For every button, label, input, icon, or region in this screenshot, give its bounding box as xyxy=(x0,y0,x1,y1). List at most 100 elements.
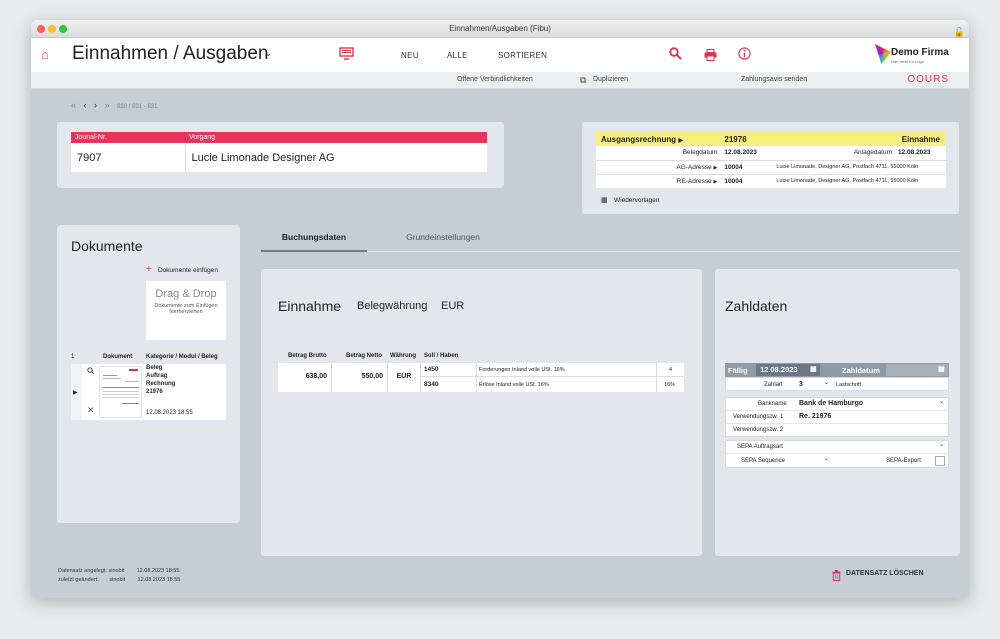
zoom-window-button[interactable] xyxy=(59,25,67,33)
belegdatum-value[interactable]: 12.08.2023 xyxy=(721,146,773,160)
created-date: 12.08.2023 18:55 xyxy=(136,568,180,574)
monitor-icon[interactable] xyxy=(339,47,354,63)
open-liabilities-button[interactable]: Offene Verbindlichkeiten xyxy=(457,76,533,83)
nav-all[interactable]: ALLE xyxy=(447,51,468,60)
home-icon[interactable]: ⌂ xyxy=(41,47,49,62)
booking-title: Einnahme xyxy=(278,298,342,314)
zahlart-text: Lastschrift xyxy=(836,382,862,388)
record-position: 830 / 831 - 831 xyxy=(117,104,158,110)
journal-panel: Jounal-Nr. Vorgang 7907 Lucie Limonade D… xyxy=(57,122,504,188)
brutto-value[interactable]: 638,00 xyxy=(278,363,332,392)
plus-icon[interactable]: + xyxy=(146,264,152,275)
zahlart-dropdown-icon[interactable]: ⌄ xyxy=(824,379,829,386)
close-window-button[interactable] xyxy=(37,25,45,33)
next-record-icon[interactable]: › xyxy=(94,100,97,110)
documents-title: Dokumente xyxy=(71,238,143,254)
duplicate-icon[interactable]: ⧉ xyxy=(580,75,586,86)
account-number-2[interactable]: 8340 xyxy=(424,381,438,388)
wiedervorlagen-button[interactable]: Wiedervorlagen xyxy=(614,197,660,204)
due-calendar-icon[interactable]: ▦ xyxy=(810,365,817,373)
tab-bar: Buchungsdaten Grundeinstellungen xyxy=(261,227,960,252)
ag-address-nr[interactable]: 10004 xyxy=(721,160,773,174)
info-icon[interactable] xyxy=(738,47,751,65)
tab-grundeinstellungen[interactable]: Grundeinstellungen xyxy=(385,227,501,252)
ag-arrow-icon: ▶ xyxy=(713,164,718,171)
trash-icon[interactable] xyxy=(832,568,841,586)
faellig-label: Fällig xyxy=(728,366,748,375)
category-list: Beleg Auftrag Rechnung 21976 xyxy=(146,364,175,396)
search-icon[interactable] xyxy=(669,47,682,65)
account-number-1[interactable]: 1450 xyxy=(424,366,438,373)
remove-document-icon[interactable]: ✕ xyxy=(87,405,95,416)
account-value-1[interactable]: 4 xyxy=(669,367,672,373)
document-thumbnail[interactable] xyxy=(99,366,142,418)
account-row-1[interactable]: 1450 Forderungen Inland volle USt. 16% 4 xyxy=(421,363,684,377)
main-toolbar: ⌂ Einnahmen / Ausgaben ⌄ NEU ALLE SORTIE… xyxy=(31,38,969,72)
duplicate-button[interactable]: Duplizieren xyxy=(593,76,628,83)
record-meta: Datensatz angelegt: sinobit 12.08.2023 1… xyxy=(58,567,180,585)
account-row-2[interactable]: 8340 Erlöse Inland volle USt. 16% 16% xyxy=(421,377,684,392)
document-date: 12.08.2023 18:55 xyxy=(146,410,193,416)
category-rechnung: Rechnung xyxy=(146,381,176,387)
nav-new[interactable]: NEU xyxy=(401,51,419,60)
record-pager: « ‹ › » 830 / 831 - 831 xyxy=(71,100,157,110)
tab-buchungsdaten[interactable]: Buchungsdaten xyxy=(261,227,367,252)
netto-value[interactable]: 550,00 xyxy=(332,363,388,392)
account-value-2[interactable]: 16% xyxy=(664,382,675,388)
magnifier-icon[interactable] xyxy=(87,367,94,376)
sepa-auftragsart-dropdown-icon[interactable]: ⌄ xyxy=(939,441,944,448)
created-user: sinobit xyxy=(108,568,125,574)
delete-record-button[interactable]: DATENSATZ LÖSCHEN xyxy=(846,570,924,577)
zahldatum-field[interactable]: ▦ xyxy=(886,364,948,376)
invoice-number[interactable]: 21976 xyxy=(721,132,773,146)
sepa-block: SEPA Auftragsart ⌄ SEPA Sequence ⌄ SEPA-… xyxy=(725,440,949,468)
zahldatum-label: Zahldatum xyxy=(842,366,880,375)
payment-title: Zahldaten xyxy=(725,298,788,314)
waehrung-header: Währung xyxy=(390,353,416,359)
faellig-field[interactable]: 12.08.2023 ▦ xyxy=(756,364,820,376)
print-icon[interactable] xyxy=(704,48,717,66)
ag-address-text: Lucie Limonade, Designer AG, Postfach 47… xyxy=(776,164,919,170)
zahlart-label: Zahlart xyxy=(764,382,783,388)
ag-address-label[interactable]: AG-Adresse ▶ xyxy=(596,160,721,174)
re-address-text: Lucie Limonade, Designer AG, Postfach 47… xyxy=(776,178,919,185)
sepa-export-checkbox[interactable] xyxy=(935,456,945,466)
drop-zone[interactable]: Drag & Drop Dokumente zum Einfügen hierh… xyxy=(146,281,226,340)
minimize-window-button[interactable] xyxy=(48,25,56,33)
currency-label: Belegwährung xyxy=(357,300,428,312)
journal-nr-value[interactable]: 7907 xyxy=(71,143,186,172)
insert-documents-button[interactable]: Dokumente einfügen xyxy=(158,267,218,274)
drop-title: Drag & Drop xyxy=(155,288,217,300)
anlagedatum-value[interactable]: 12.08.2023 xyxy=(896,146,946,160)
zahlart-value[interactable]: 3 xyxy=(799,381,803,388)
vorgang-value[interactable]: Lucie Limonade Designer AG xyxy=(185,143,487,172)
page-title: Einnahmen / Ausgaben xyxy=(72,43,269,64)
re-address-label[interactable]: RE-Adresse ▶ xyxy=(596,174,721,188)
bankname-dropdown-icon[interactable]: ⌄ xyxy=(939,398,944,405)
changed-user: sinobit xyxy=(109,577,126,583)
sepa-sequence-dropdown-icon[interactable]: ⌄ xyxy=(824,455,829,462)
waehrung-value[interactable]: EUR xyxy=(388,363,421,392)
document-row[interactable]: ▶ ✕ Beleg Auftrag Rechnung 21976 12.08.2… xyxy=(71,364,226,420)
sepa-auftragsart-label: SEPA Auftragsart xyxy=(737,444,783,450)
chevron-down-icon[interactable]: ⌄ xyxy=(264,48,272,59)
last-record-icon[interactable]: » xyxy=(105,100,110,110)
booking-row[interactable]: 638,00 550,00 EUR 1450 Forderungen Inlan… xyxy=(278,363,684,392)
currency-value[interactable]: EUR xyxy=(441,300,464,312)
bankname-label: Bankname xyxy=(758,401,787,407)
vz1-value[interactable]: Re. 21976 xyxy=(799,413,831,420)
nav-sort[interactable]: SORTIEREN xyxy=(498,51,547,60)
re-address-nr[interactable]: 10004 xyxy=(721,174,773,188)
vz2-input[interactable] xyxy=(794,424,948,437)
send-payment-advice-button[interactable]: Zahlungsavis senden xyxy=(741,76,807,83)
first-record-icon[interactable]: « xyxy=(71,100,76,110)
calendar-icon[interactable]: ▦ xyxy=(601,196,608,204)
invoice-panel: Ausgangsrechnung ▶ 21976 Einnahme Belegd… xyxy=(582,122,959,214)
prev-record-icon[interactable]: ‹ xyxy=(84,100,87,110)
invoice-type[interactable]: Ausgangsrechnung ▶ xyxy=(596,132,721,146)
payday-calendar-icon[interactable]: ▦ xyxy=(938,365,945,373)
sepa-export-label: SEPA-Export xyxy=(886,458,921,464)
bankname-value[interactable]: Bank de Hamburgo xyxy=(799,400,863,407)
window-title: Einnahmen/Ausgaben (Fibu) xyxy=(449,24,551,33)
action-bar: Offene Verbindlichkeiten ⧉ Duplizieren Z… xyxy=(31,72,969,89)
